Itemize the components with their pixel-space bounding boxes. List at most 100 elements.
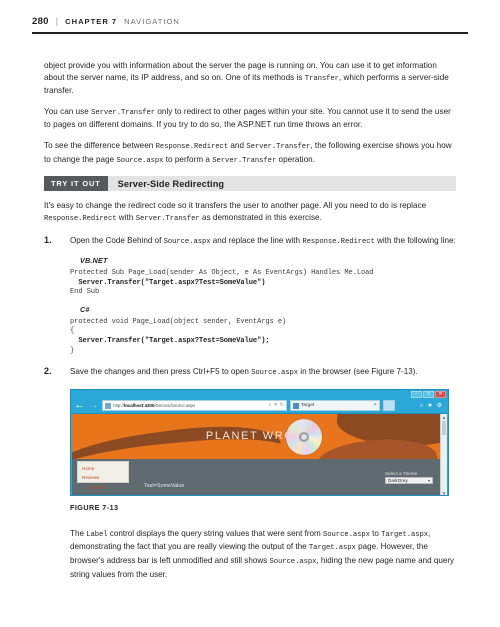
inline-code-source-aspx-4: Source.aspx <box>323 530 370 539</box>
closing-paragraph: The Label control displays the query str… <box>70 528 456 581</box>
scroll-up-icon[interactable]: ▲ <box>441 414 447 421</box>
section-label: NAVIGATION <box>124 17 180 26</box>
step-1-text-c: with the following line: <box>374 236 456 246</box>
new-tab-button[interactable] <box>383 400 395 412</box>
favorites-star-icon[interactable]: ★ <box>427 403 432 409</box>
paragraph-2-text-a: You can use <box>44 106 92 116</box>
step-1-text-b: and replace the line with <box>210 236 303 246</box>
text-column: object provide you with information abou… <box>44 60 456 581</box>
running-head-separator: | <box>55 16 59 26</box>
gear-icon[interactable]: ⚙ <box>437 403 442 409</box>
step-1: 1. Open the Code Behind of Source.aspx a… <box>44 235 456 249</box>
search-icon[interactable]: ⌕ <box>269 403 272 408</box>
theme-dropdown-value: DarkGrey <box>388 478 408 484</box>
scrollbar-thumb[interactable] <box>442 420 446 435</box>
paragraph-3-text-e: operation. <box>276 154 316 164</box>
step-2: 2. Save the changes and then press Ctrl+… <box>44 366 456 380</box>
code-vbnet-line-3: End Sub <box>70 288 100 297</box>
code-csharp-line-4: } <box>70 346 75 355</box>
closing-paragraph-wrap: The Label control displays the query str… <box>70 528 456 581</box>
code-block-csharp: C# protected void Page_Load(object sende… <box>70 305 456 356</box>
menu-item-reviews[interactable]: Reviews <box>82 474 124 481</box>
menu-item-home[interactable]: Home <box>82 465 124 472</box>
vertical-scrollbar[interactable]: ▲ ▼ <box>440 413 447 495</box>
home-icon[interactable]: ⌂ <box>420 403 424 409</box>
step-2-text-a: Save the changes and then press Ctrl+F5 … <box>70 367 252 377</box>
paragraph-2: You can use Server.Transfer only to redi… <box>44 106 456 131</box>
minimize-button[interactable]: – <box>411 390 422 398</box>
inline-code-response-redirect-2: Response.Redirect <box>44 214 117 223</box>
back-icon[interactable]: ← <box>74 400 85 411</box>
paragraph-3: To see the difference between Response.R… <box>44 140 456 167</box>
figure-7-13: – □ ✕ ← → http://localhost:4200/Demos/So… <box>70 388 449 512</box>
address-url-prefix: http:// <box>113 403 124 409</box>
browser-viewport: PLANET WROX Home Reviews By Genre Test=S… <box>72 412 447 495</box>
try-it-out-intro-c: as demonstrated in this exercise. <box>199 212 322 222</box>
step-1-text-a: Open the Code Behind of <box>70 236 164 246</box>
close-button[interactable]: ✕ <box>435 390 446 398</box>
inline-code-response-redirect-3: Response.Redirect <box>302 238 375 247</box>
try-it-out-intro-b: with <box>116 212 136 222</box>
inline-code-source-aspx: Source.aspx <box>116 156 164 165</box>
tab-label: Target <box>301 403 315 409</box>
chapter-label: CHAPTER 7 <box>65 17 118 26</box>
closing-text-c: to <box>369 528 382 538</box>
try-it-out-intro: It's easy to change the redirect code so… <box>44 200 456 225</box>
code-vbnet-line-2-text: Server.Transfer("Target.aspx?Test=SomeVa… <box>70 278 266 287</box>
forward-icon[interactable]: → <box>88 400 99 411</box>
running-head: 280 | CHAPTER 7 NAVIGATION <box>32 16 468 34</box>
code-language-vbnet: VB.NET <box>80 255 108 265</box>
theme-selector-label: Select a Theme <box>385 470 418 476</box>
figure-caption: FIGURE 7-13 <box>70 502 119 512</box>
address-url-host: localhost:4200 <box>123 403 155 409</box>
browser-title-bar: – □ ✕ <box>71 389 448 399</box>
address-bar-icons: ⌕ ✕ ↻ <box>269 403 284 408</box>
tab-close-icon[interactable]: ✕ <box>373 403 377 408</box>
inline-code-transfer: Transfer <box>304 74 339 83</box>
stop-icon[interactable]: ✕ <box>274 403 278 408</box>
inline-code-server-transfer-4: Server.Transfer <box>135 214 200 223</box>
code-vbnet-line-2: Server.Transfer("Target.aspx?Test=SomeVa… <box>70 279 456 289</box>
tab-favicon-icon <box>293 402 299 409</box>
theme-selector: Select a Theme DarkGrey ▾ <box>385 471 433 485</box>
page-favicon-icon <box>105 402 111 409</box>
try-it-out-title: Server-Side Redirecting <box>117 178 225 189</box>
inline-code-server-transfer: Server.Transfer <box>91 108 156 117</box>
step-1-body: Open the Code Behind of Source.aspx and … <box>70 235 456 249</box>
browser-window: – □ ✕ ← → http://localhost:4200/Demos/So… <box>70 388 449 496</box>
step-1-number: 1. <box>44 235 52 246</box>
inline-code-source-aspx-3: Source.aspx <box>251 369 299 378</box>
inline-code-server-transfer-2: Server.Transfer <box>246 142 311 151</box>
paragraph-3-text-b: and <box>228 140 247 150</box>
page-number: 280 <box>32 16 49 27</box>
menu-item-by-genre[interactable]: By Genre <box>82 484 124 491</box>
inline-code-target-aspx: Target.aspx <box>381 530 429 539</box>
refresh-icon[interactable]: ↻ <box>280 403 284 408</box>
paragraph-1: object provide you with information abou… <box>44 60 456 97</box>
site-content-area: Home Reviews By Genre Test=SomeValue Sel… <box>72 458 447 495</box>
step-2-number: 2. <box>44 366 52 377</box>
step-2-body: Save the changes and then press Ctrl+F5 … <box>70 366 456 380</box>
closing-text-a: The <box>70 528 87 538</box>
address-bar[interactable]: http://localhost:4200/Demos/Source.aspx … <box>102 400 287 412</box>
window-controls: – □ ✕ <box>411 390 446 398</box>
browser-tab-target[interactable]: Target ✕ <box>290 400 380 412</box>
code-block-vbnet: VB.NET Protected Sub Page_Load(sender As… <box>70 256 456 298</box>
site-navigation-menu: Home Reviews By Genre <box>77 460 129 490</box>
code-vbnet-line-1: Protected Sub Page_Load(sender As Object… <box>70 268 374 277</box>
book-page: 280 | CHAPTER 7 NAVIGATION object provid… <box>0 0 500 627</box>
inline-code-source-aspx-5: Source.aspx <box>269 558 317 567</box>
scroll-down-icon[interactable]: ▼ <box>441 490 447 495</box>
chevron-down-icon: ▾ <box>427 478 430 484</box>
paragraph-3-text-d: to perform a <box>163 154 213 164</box>
code-csharp-line-3-text: Server.Transfer("Target.aspx?Test=SomeVa… <box>70 336 270 345</box>
header-rule <box>32 32 468 34</box>
try-it-out-badge: TRY IT OUT <box>44 176 108 192</box>
theme-dropdown[interactable]: DarkGrey ▾ <box>385 477 433 485</box>
address-url: http://localhost:4200/Demos/Source.aspx <box>113 403 195 408</box>
inline-code-response-redirect: Response.Redirect <box>155 142 229 151</box>
maximize-button[interactable]: □ <box>423 390 434 398</box>
try-it-out-banner: TRY IT OUT Server-Side Redirecting <box>44 176 456 192</box>
code-csharp-line-1: protected void Page_Load(object sender, … <box>70 317 287 326</box>
browser-toolbar: ← → http://localhost:4200/Demos/Source.a… <box>71 398 448 413</box>
